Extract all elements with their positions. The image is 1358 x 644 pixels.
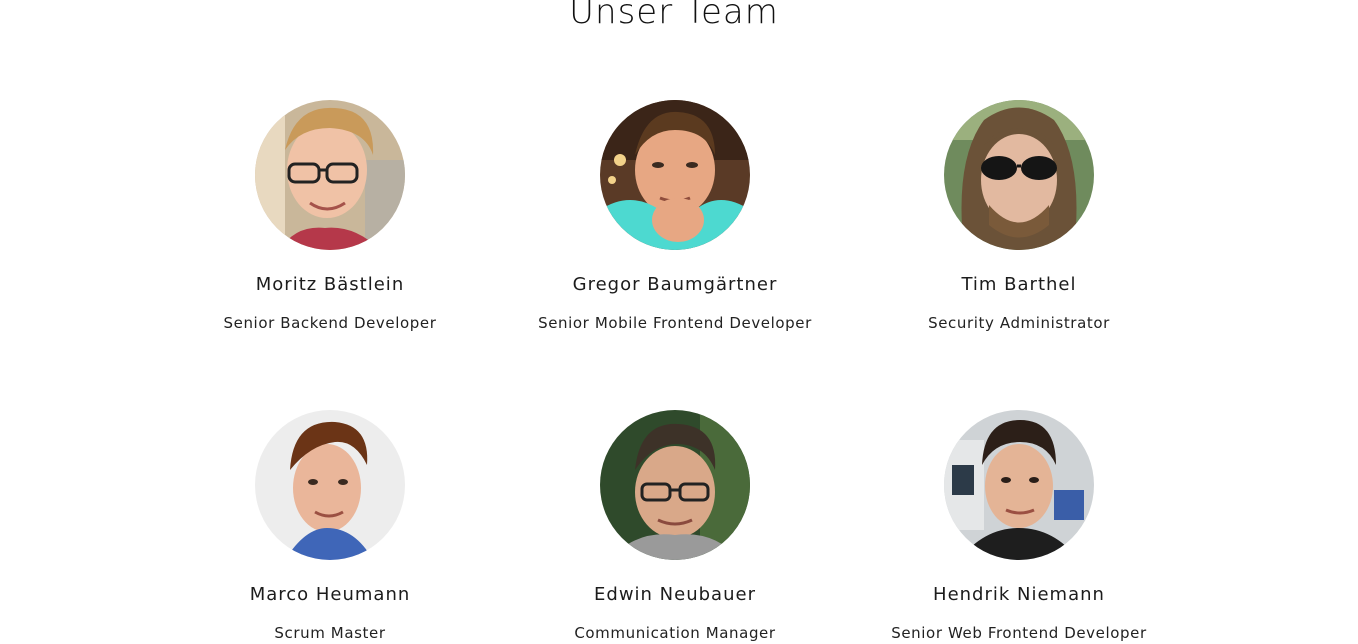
avatar bbox=[255, 100, 405, 250]
team-member-card: Gregor Baumgärtner Senior Mobile Fronten… bbox=[503, 100, 847, 333]
team-member-card: Tim Barthel Security Administrator bbox=[847, 100, 1191, 333]
avatar bbox=[944, 410, 1094, 560]
person-photo-icon bbox=[255, 410, 405, 560]
member-role: Senior Mobile Frontend Developer bbox=[538, 314, 812, 332]
person-photo-icon bbox=[600, 410, 750, 560]
member-name: Hendrik Niemann bbox=[933, 584, 1105, 605]
member-name: Moritz Bästlein bbox=[255, 274, 405, 295]
member-role: Scrum Master bbox=[274, 624, 386, 642]
avatar bbox=[255, 410, 405, 560]
member-role: Senior Web Frontend Developer bbox=[891, 624, 1147, 642]
person-photo-icon bbox=[944, 100, 1094, 250]
avatar bbox=[944, 100, 1094, 250]
member-role: Senior Backend Developer bbox=[223, 314, 437, 332]
team-member-card: Marco Heumann Scrum Master bbox=[158, 410, 502, 643]
team-member-card: Moritz Bästlein Senior Backend Developer bbox=[158, 100, 502, 333]
member-role: Communication Manager bbox=[574, 624, 776, 642]
person-photo-icon bbox=[944, 410, 1094, 560]
member-role: Security Administrator bbox=[928, 314, 1110, 332]
person-photo-icon bbox=[255, 100, 405, 250]
team-member-card: Edwin Neubauer Communication Manager bbox=[503, 410, 847, 643]
avatar bbox=[600, 410, 750, 560]
member-name: Edwin Neubauer bbox=[594, 584, 756, 605]
page-title: Unser Team bbox=[569, 0, 779, 32]
team-member-card: Hendrik Niemann Senior Web Frontend Deve… bbox=[847, 410, 1191, 643]
member-name: Gregor Baumgärtner bbox=[572, 274, 778, 295]
member-name: Marco Heumann bbox=[249, 584, 411, 605]
member-name: Tim Barthel bbox=[961, 274, 1077, 295]
person-photo-icon bbox=[600, 100, 750, 250]
avatar bbox=[600, 100, 750, 250]
